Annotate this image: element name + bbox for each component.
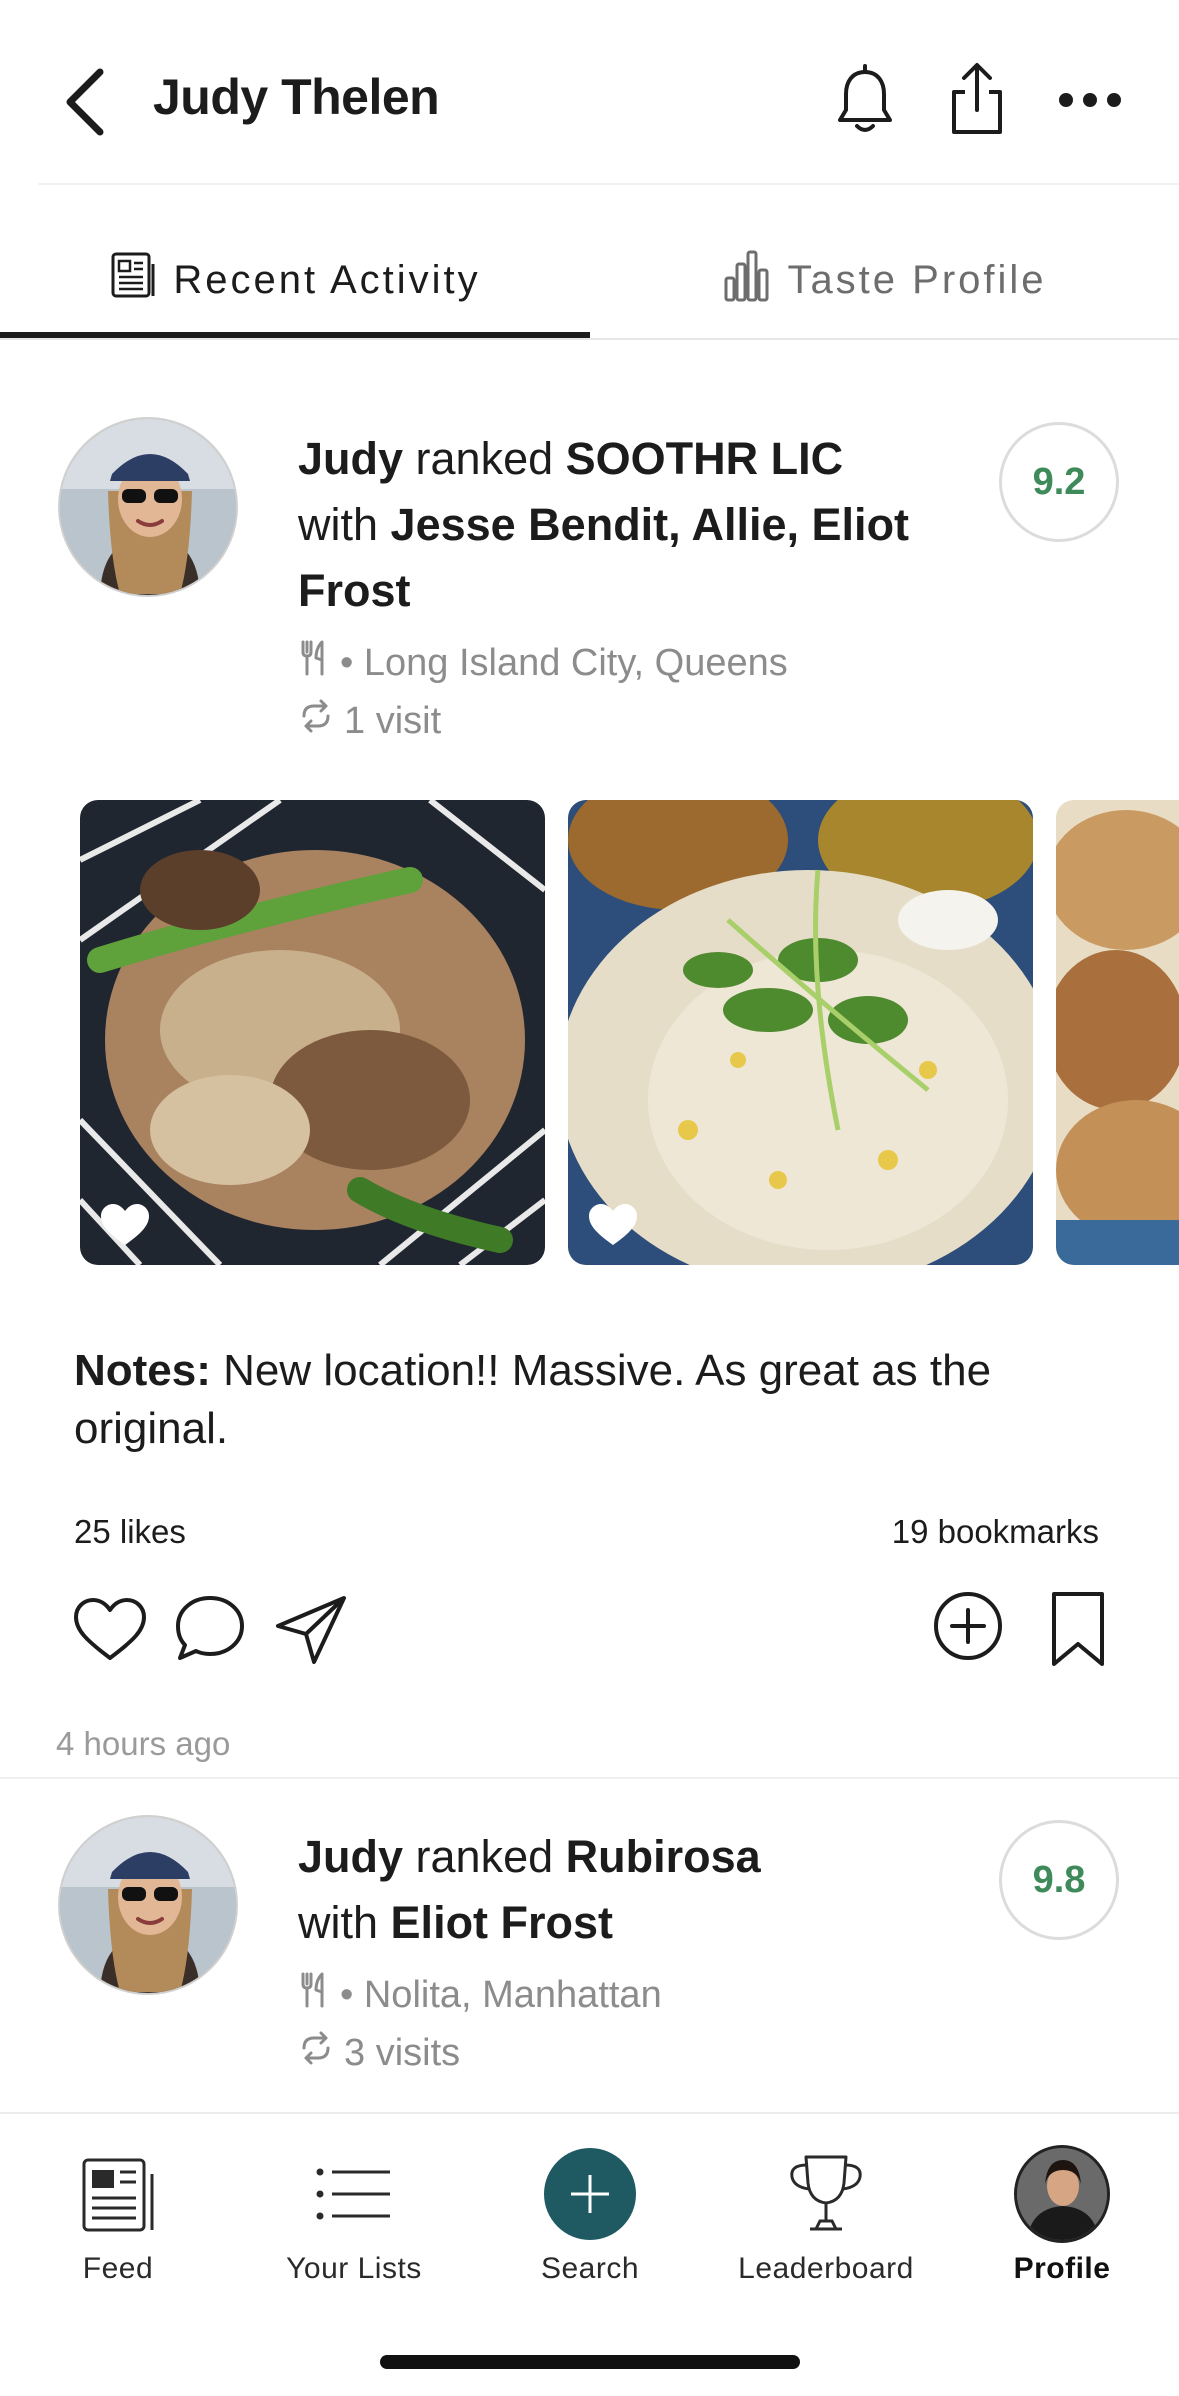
document-icon (109, 250, 157, 310)
active-tab-indicator (0, 332, 590, 338)
post-verb: ranked (415, 433, 554, 484)
post-with: with (298, 499, 379, 550)
post-place[interactable]: Rubirosa (566, 1831, 761, 1882)
feed-icon (70, 2146, 166, 2242)
post-timestamp: 4 hours ago (56, 1725, 231, 1762)
avatar[interactable] (58, 1815, 238, 1995)
share-icon[interactable] (942, 60, 1012, 140)
avatar[interactable] (58, 417, 238, 597)
tab-recent-activity[interactable]: Recent Activity (0, 220, 590, 340)
post-headline: Judy ranked SOOTHR LIC with Jesse Bendit… (298, 426, 938, 624)
header: Judy Thelen (0, 0, 1179, 185)
comment-icon[interactable] (170, 1590, 250, 1670)
page-title: Judy Thelen (153, 69, 440, 125)
post-visits: 1 visit (298, 696, 441, 746)
post-location: • Nolita, Manhattan (298, 1970, 662, 2020)
post-companions[interactable]: Eliot Frost (391, 1897, 614, 1948)
visits-text: 1 visit (344, 699, 442, 742)
score-badge[interactable]: 9.8 (999, 1820, 1119, 1940)
tab-label: Recent Activity (173, 257, 481, 302)
add-to-list-icon[interactable] (928, 1590, 1008, 1670)
trophy-icon (778, 2146, 874, 2242)
bottom-nav: Feed Your Lists Search Leaderboard Profi… (0, 2112, 1179, 2396)
likes-count[interactable]: 25 likes (74, 1513, 186, 1551)
plus-icon (542, 2146, 638, 2242)
post-with: with (298, 1897, 379, 1948)
heart-icon[interactable] (98, 1201, 152, 1249)
bell-icon[interactable] (830, 60, 900, 140)
food-photo[interactable] (80, 800, 545, 1265)
post-user[interactable]: Judy (298, 433, 403, 484)
post-notes: Notes: New location!! Massive. As great … (74, 1342, 1114, 1458)
post-headline: Judy ranked Rubirosa with Eliot Frost (298, 1824, 938, 1956)
heart-icon[interactable] (586, 1201, 640, 1249)
visits-text: 3 visits (344, 2031, 461, 2074)
list-icon (306, 2146, 402, 2242)
nav-feed[interactable]: Feed (0, 2114, 236, 2314)
nav-label: Search (540, 2252, 640, 2285)
bookmark-icon[interactable] (1038, 1590, 1118, 1670)
bookmarks-count[interactable]: 19 bookmarks (892, 1513, 1099, 1551)
photo-carousel[interactable] (0, 800, 1179, 1265)
post-visits: 3 visits (298, 2028, 460, 2078)
food-photo[interactable] (568, 800, 1033, 1265)
avatar (1014, 2145, 1110, 2243)
send-icon[interactable] (272, 1590, 352, 1670)
utensils-icon (298, 1970, 330, 2020)
nav-label: Your Lists (286, 2252, 422, 2285)
nav-leaderboard[interactable]: Leaderboard (708, 2114, 944, 2314)
home-indicator (380, 2355, 800, 2369)
back-icon[interactable] (58, 62, 118, 142)
nav-label: Feed (82, 2252, 154, 2285)
more-icon[interactable] (1055, 60, 1125, 140)
notes-label: Notes: (74, 1346, 211, 1395)
profile-tabs: Recent Activity Taste Profile (0, 220, 1179, 340)
post-divider (0, 1777, 1179, 1779)
tab-label: Taste Profile (787, 257, 1047, 302)
food-photo[interactable] (1056, 800, 1179, 1265)
nav-label: Profile (1013, 2252, 1111, 2285)
tab-taste-profile[interactable]: Taste Profile (590, 220, 1179, 340)
bar-chart-icon (723, 248, 771, 312)
post-place[interactable]: SOOTHR LIC (566, 433, 844, 484)
post-user[interactable]: Judy (298, 1831, 403, 1882)
repeat-icon (298, 696, 334, 746)
nav-search[interactable]: Search (472, 2114, 708, 2314)
post-location: • Long Island City, Queens (298, 638, 788, 688)
heart-icon[interactable] (70, 1590, 150, 1670)
utensils-icon (298, 638, 330, 688)
post-companions[interactable]: Jesse Bendit, Allie, Eliot Frost (298, 499, 909, 616)
nav-label: Leaderboard (738, 2252, 914, 2285)
location-text: • Nolita, Manhattan (340, 1973, 662, 2016)
nav-your-lists[interactable]: Your Lists (236, 2114, 472, 2314)
post-verb: ranked (415, 1831, 554, 1882)
notes-text: New location!! Massive. As great as the … (74, 1346, 992, 1453)
repeat-icon (298, 2028, 334, 2078)
score-badge[interactable]: 9.2 (999, 422, 1119, 542)
header-divider (38, 183, 1179, 185)
location-text: • Long Island City, Queens (340, 641, 788, 684)
nav-profile[interactable]: Profile (944, 2114, 1179, 2314)
